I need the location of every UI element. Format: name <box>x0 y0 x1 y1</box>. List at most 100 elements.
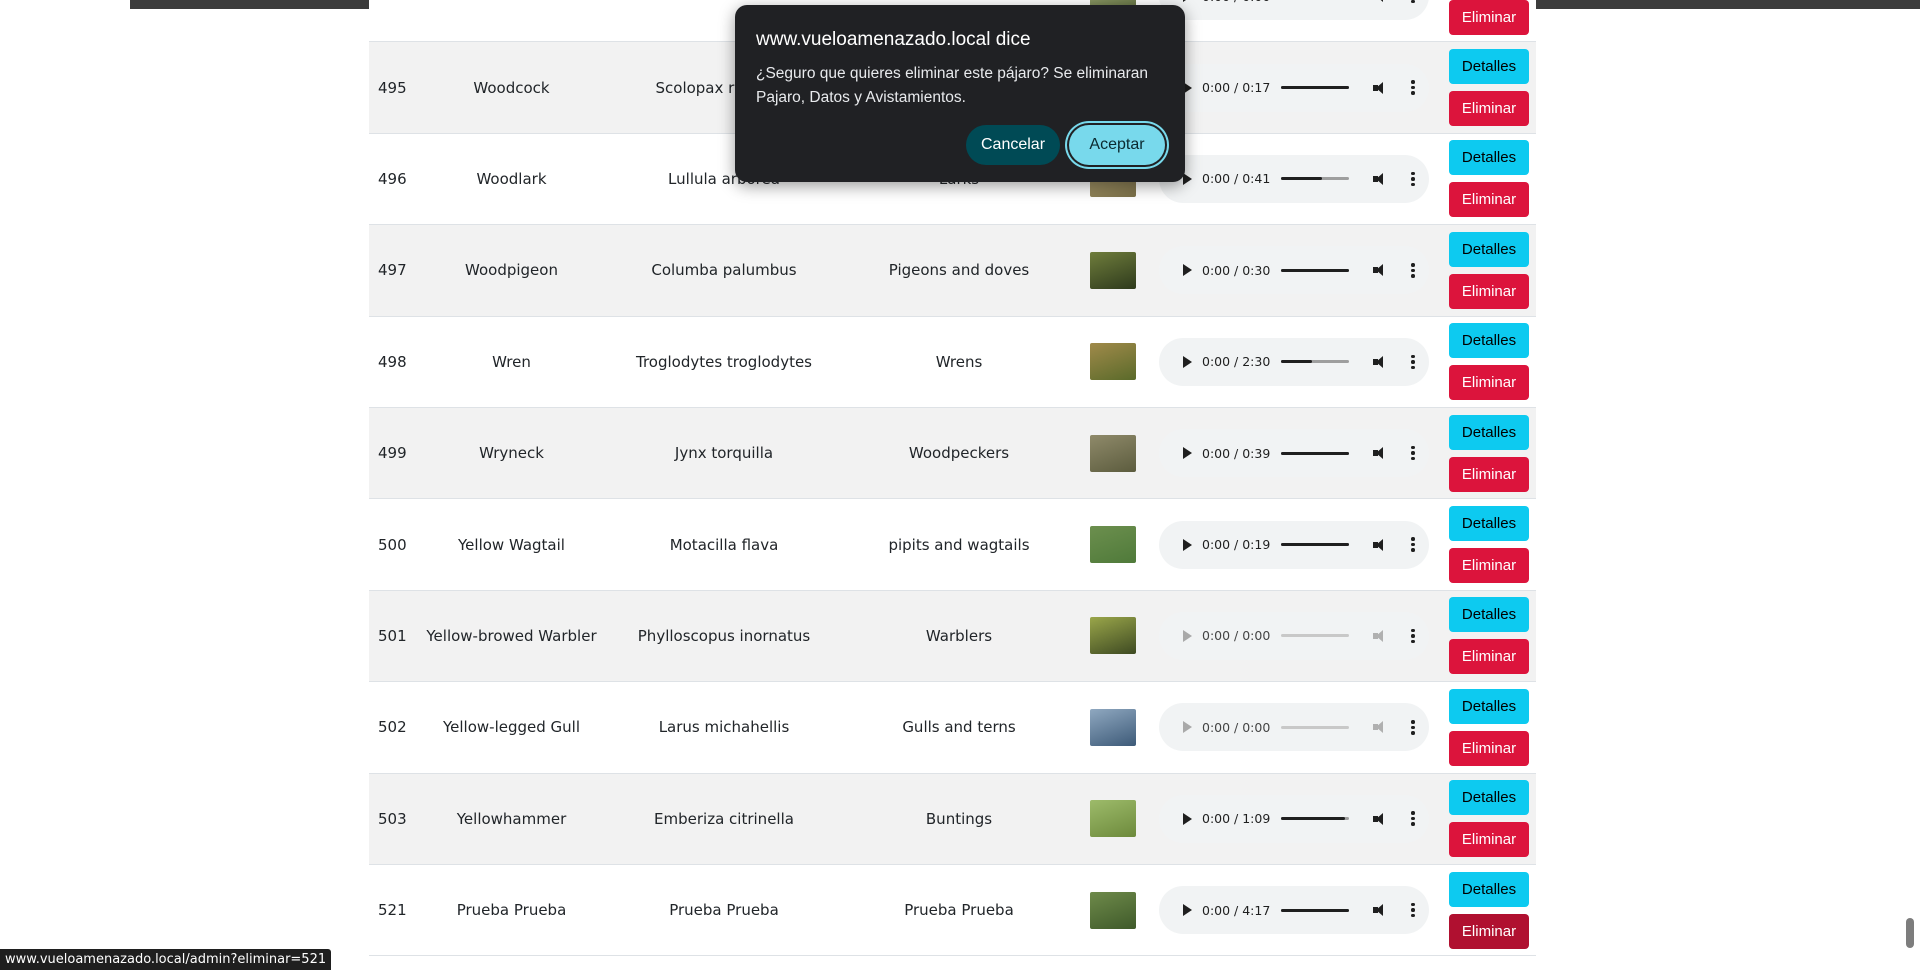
audio-seek-bar[interactable] <box>1281 86 1349 90</box>
audio-player[interactable]: 0:00 / 2:30 <box>1159 337 1429 386</box>
details-button[interactable]: Detalles <box>1449 414 1529 450</box>
bird-thumbnail <box>1090 526 1136 564</box>
delete-button[interactable]: Eliminar <box>1449 639 1529 675</box>
volume-icon[interactable] <box>1372 81 1386 95</box>
audio-player-cell: 0:00 / 2:30 <box>1158 317 1430 407</box>
details-button[interactable]: Detalles <box>1449 597 1529 633</box>
details-button[interactable]: Detalles <box>1449 780 1529 816</box>
row-actions: Detalles Eliminar <box>1449 134 1529 224</box>
delete-button[interactable]: Eliminar <box>1449 730 1529 766</box>
audio-seek-bar[interactable] <box>1281 908 1349 912</box>
volume-icon[interactable] <box>1372 903 1386 917</box>
volume-icon[interactable] <box>1372 172 1386 186</box>
audio-player[interactable]: 0:00 / 0:41 <box>1159 154 1429 203</box>
scrollbar-thumb[interactable] <box>1906 918 1914 948</box>
bird-thumbnail <box>1090 891 1136 929</box>
audio-seek-bar[interactable] <box>1281 451 1349 455</box>
play-icon[interactable] <box>1183 172 1192 185</box>
bird-scientific-name: Emberiza citrinella <box>654 809 794 828</box>
row-actions: Detalles Eliminar <box>1449 317 1529 407</box>
delete-button[interactable]: Eliminar <box>1449 91 1529 127</box>
audio-player-cell: 0:00 / 0:00 <box>1158 591 1430 681</box>
play-icon[interactable] <box>1183 355 1192 368</box>
delete-button[interactable]: Eliminar <box>1449 182 1529 218</box>
bird-thumbnail-cell <box>1090 774 1136 864</box>
more-options-icon[interactable] <box>1411 80 1415 95</box>
audio-player[interactable]: 0:00 / 0:00 <box>1159 611 1429 660</box>
volume-icon[interactable] <box>1372 355 1386 369</box>
details-button[interactable]: Detalles <box>1449 871 1529 907</box>
dialog-title: www.vueloamenazado.local dice <box>756 29 1031 50</box>
audio-player[interactable]: 0:00 / 0:00 <box>1159 703 1429 752</box>
audio-player[interactable]: 0:00 / 0:00 <box>1159 0 1429 21</box>
audio-player[interactable]: 0:00 / 4:17 <box>1159 886 1429 935</box>
volume-icon[interactable] <box>1372 263 1386 277</box>
delete-button[interactable]: Eliminar <box>1449 273 1529 309</box>
delete-button[interactable]: Eliminar <box>1449 0 1529 35</box>
more-options-icon[interactable] <box>1411 902 1415 918</box>
more-options-icon[interactable] <box>1411 354 1415 369</box>
bird-common-name: Prueba Prueba <box>456 901 567 920</box>
volume-icon[interactable] <box>1372 446 1386 460</box>
row-actions: Detalles Eliminar <box>1449 408 1529 498</box>
volume-icon[interactable] <box>1373 0 1386 3</box>
audio-seek-bar[interactable] <box>1281 543 1349 547</box>
details-button[interactable]: Detalles <box>1449 231 1529 267</box>
volume-icon[interactable] <box>1372 538 1386 552</box>
delete-button[interactable]: Eliminar <box>1449 913 1529 949</box>
details-button[interactable]: Detalles <box>1449 140 1529 176</box>
bird-family: Warblers <box>925 626 993 645</box>
play-icon[interactable] <box>1183 904 1192 917</box>
row-actions: Detalles Eliminar <box>1449 499 1529 589</box>
play-icon[interactable] <box>1183 0 1192 3</box>
audio-player-cell: 0:00 / 1:09 <box>1158 774 1430 864</box>
details-button[interactable]: Detalles <box>1449 49 1529 85</box>
volume-icon[interactable] <box>1372 629 1386 643</box>
volume-icon[interactable] <box>1372 812 1386 826</box>
accept-button[interactable]: Aceptar <box>1069 125 1165 165</box>
audio-seek-bar[interactable] <box>1281 634 1349 638</box>
bird-id: 501 <box>378 626 407 645</box>
play-icon[interactable] <box>1183 447 1192 460</box>
delete-button[interactable]: Eliminar <box>1449 822 1529 858</box>
table-row: 500 Yellow Wagtail Motacilla flava pipit… <box>369 499 1536 591</box>
more-options-icon[interactable] <box>1411 445 1415 461</box>
audio-seek-bar[interactable] <box>1281 725 1349 729</box>
cancel-button[interactable]: Cancelar <box>966 125 1060 165</box>
audio-player[interactable]: 0:00 / 0:39 <box>1159 429 1429 478</box>
details-button[interactable]: Detalles <box>1449 323 1529 359</box>
play-icon[interactable] <box>1183 538 1192 551</box>
play-icon[interactable] <box>1183 264 1192 277</box>
audio-player-cell: 0:00 / 0:39 <box>1158 408 1430 498</box>
details-button[interactable]: Detalles <box>1449 506 1529 542</box>
audio-time: 0:00 / 0:30 <box>1202 262 1271 278</box>
play-icon[interactable] <box>1183 721 1192 734</box>
audio-seek-bar[interactable] <box>1281 360 1349 364</box>
bird-thumbnail-cell <box>1090 225 1136 315</box>
bird-id: 498 <box>378 352 407 371</box>
delete-button[interactable]: Eliminar <box>1449 456 1529 492</box>
audio-player[interactable]: 0:00 / 0:17 <box>1159 63 1429 112</box>
more-options-icon[interactable] <box>1411 0 1415 4</box>
more-options-icon[interactable] <box>1411 720 1415 735</box>
more-options-icon[interactable] <box>1411 171 1415 187</box>
audio-seek-bar[interactable] <box>1281 817 1349 821</box>
delete-button[interactable]: Eliminar <box>1449 365 1529 401</box>
more-options-icon[interactable] <box>1411 628 1415 644</box>
audio-player[interactable]: 0:00 / 0:30 <box>1159 246 1429 295</box>
audio-seek-bar[interactable] <box>1281 177 1349 181</box>
more-options-icon[interactable] <box>1411 537 1415 552</box>
delete-button[interactable]: Eliminar <box>1449 548 1529 584</box>
volume-icon[interactable] <box>1372 720 1386 734</box>
more-options-icon[interactable] <box>1411 263 1415 278</box>
play-icon[interactable] <box>1183 629 1192 642</box>
more-options-icon[interactable] <box>1411 811 1415 826</box>
audio-player[interactable]: 0:00 / 1:09 <box>1159 794 1429 843</box>
audio-player[interactable]: 0:00 / 0:19 <box>1159 520 1429 569</box>
bird-scientific-name: Motacilla flava <box>669 535 779 554</box>
audio-seek-bar[interactable] <box>1281 268 1349 272</box>
bird-family: Pigeons and doves <box>888 261 1030 280</box>
bird-id: 495 <box>378 78 407 97</box>
details-button[interactable]: Detalles <box>1449 688 1529 724</box>
play-icon[interactable] <box>1183 812 1192 825</box>
